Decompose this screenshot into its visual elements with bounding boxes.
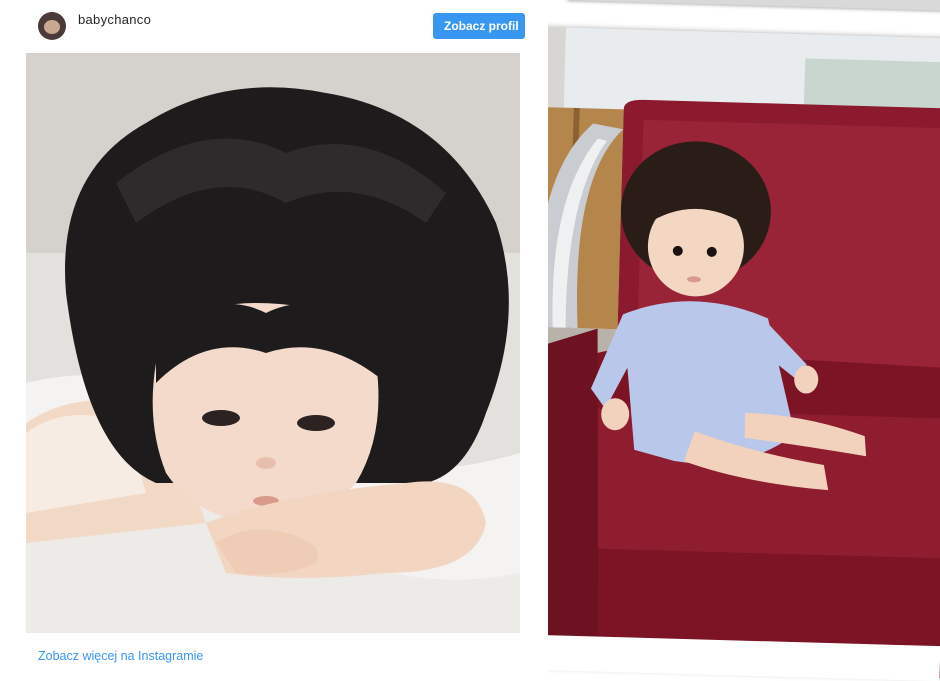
view-profile-button[interactable]: Zobacz profil — [433, 13, 525, 39]
photo-card-baby-on-seat — [488, 26, 940, 679]
avatar-face-icon — [44, 20, 60, 34]
background-card-edge — [567, 0, 940, 12]
more-on-instagram-link[interactable]: Zobacz więcej na Instagramie — [38, 649, 203, 663]
baby-sitting-photo — [488, 26, 940, 679]
avatar[interactable] — [38, 12, 66, 40]
instagram-embed: babychanco Zobacz profil Zobacz więcej n… — [0, 0, 548, 675]
username[interactable]: babychanco — [78, 12, 151, 27]
baby-lying-photo — [26, 53, 520, 633]
embed-header: babychanco Zobacz profil — [0, 0, 548, 52]
post-photo[interactable] — [26, 53, 520, 633]
